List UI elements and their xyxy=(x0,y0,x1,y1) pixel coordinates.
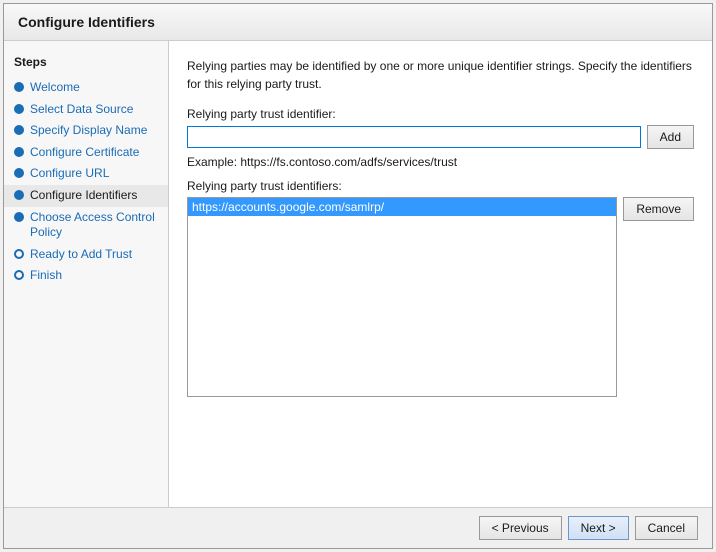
identifiers-list[interactable]: https://accounts.google.com/samlrp/ xyxy=(187,197,617,397)
list-item[interactable]: https://accounts.google.com/samlrp/ xyxy=(188,198,616,216)
configure-identifiers-dialog: Configure Identifiers Steps Welcome Sele… xyxy=(3,3,713,549)
dialog-body: Steps Welcome Select Data Source Specify… xyxy=(4,41,712,507)
sidebar-item-finish-label: Finish xyxy=(30,268,62,284)
steps-label: Steps xyxy=(4,51,168,77)
dialog-footer: < Previous Next > Cancel xyxy=(4,507,712,548)
remove-button[interactable]: Remove xyxy=(623,197,694,221)
identifier-label: Relying party trust identifier: xyxy=(187,107,694,121)
identifier-input-row: Add xyxy=(187,125,694,149)
dialog-title: Configure Identifiers xyxy=(4,4,712,41)
sidebar-item-choose-access-control-label: Choose Access Control Policy xyxy=(30,210,158,241)
sidebar-item-configure-url-label: Configure URL xyxy=(30,166,109,182)
description-text: Relying parties may be identified by one… xyxy=(187,57,694,93)
dot-choose-access-control xyxy=(14,212,24,222)
sidebar-item-configure-url[interactable]: Configure URL xyxy=(4,163,168,185)
sidebar-item-configure-identifiers[interactable]: Configure Identifiers xyxy=(4,185,168,207)
sidebar-item-select-data-source[interactable]: Select Data Source xyxy=(4,99,168,121)
dot-specify-display-name xyxy=(14,125,24,135)
dot-welcome xyxy=(14,82,24,92)
cancel-button[interactable]: Cancel xyxy=(635,516,698,540)
sidebar: Steps Welcome Select Data Source Specify… xyxy=(4,41,169,507)
next-button[interactable]: Next > xyxy=(568,516,629,540)
sidebar-item-welcome-label: Welcome xyxy=(30,80,80,96)
dot-configure-identifiers xyxy=(14,190,24,200)
sidebar-item-ready-to-add-trust[interactable]: Ready to Add Trust xyxy=(4,244,168,266)
sidebar-item-ready-to-add-trust-label: Ready to Add Trust xyxy=(30,247,132,263)
dot-configure-certificate xyxy=(14,147,24,157)
sidebar-item-finish[interactable]: Finish xyxy=(4,265,168,287)
example-text: Example: https://fs.contoso.com/adfs/ser… xyxy=(187,155,694,169)
dot-configure-url xyxy=(14,168,24,178)
dot-ready-to-add-trust xyxy=(14,249,24,259)
dot-select-data-source xyxy=(14,104,24,114)
list-area-row: https://accounts.google.com/samlrp/ Remo… xyxy=(187,197,694,397)
previous-button[interactable]: < Previous xyxy=(479,516,562,540)
sidebar-item-configure-identifiers-label: Configure Identifiers xyxy=(30,188,137,204)
main-content: Relying parties may be identified by one… xyxy=(169,41,712,507)
sidebar-item-choose-access-control[interactable]: Choose Access Control Policy xyxy=(4,207,168,244)
identifiers-label: Relying party trust identifiers: xyxy=(187,179,694,193)
sidebar-item-welcome[interactable]: Welcome xyxy=(4,77,168,99)
sidebar-item-specify-display-name-label: Specify Display Name xyxy=(30,123,147,139)
sidebar-item-configure-certificate[interactable]: Configure Certificate xyxy=(4,142,168,164)
add-button[interactable]: Add xyxy=(647,125,694,149)
sidebar-item-specify-display-name[interactable]: Specify Display Name xyxy=(4,120,168,142)
dot-finish xyxy=(14,270,24,280)
sidebar-item-configure-certificate-label: Configure Certificate xyxy=(30,145,139,161)
identifier-input[interactable] xyxy=(187,126,641,148)
sidebar-item-select-data-source-label: Select Data Source xyxy=(30,102,133,118)
